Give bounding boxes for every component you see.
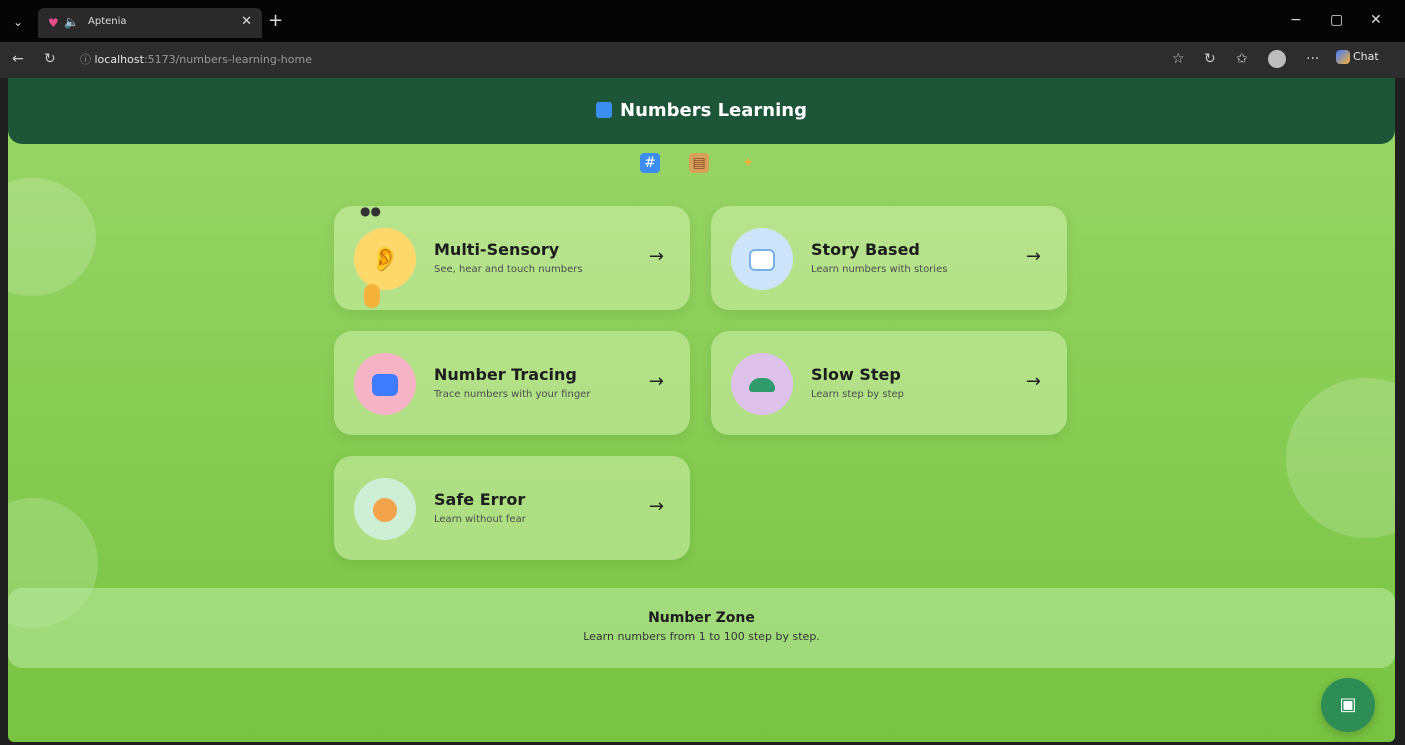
robot-icon: ▣ [1339,694,1357,715]
arrow-right-icon: → [648,496,664,517]
page-title: Numbers Learning [8,100,1395,121]
browser-address-bar: ← ↻ ⓘ localhost:5173/numbers-learning-ho… [0,42,1405,78]
tab-title: Aptenia [88,16,127,27]
maximize-icon[interactable]: ▢ [1330,12,1343,28]
card-title: Number Tracing [434,365,577,384]
card-slow-step[interactable]: Slow Step Learn step by step → [711,331,1067,435]
url-host: localhost [94,53,144,66]
site-info-icon[interactable]: ⓘ [80,53,95,66]
decor-circle [1286,378,1395,538]
url-input[interactable]: ⓘ localhost:5173/numbers-learning-home [70,48,1150,72]
zone-subtitle: Learn numbers from 1 to 100 step by step… [583,630,820,643]
trace-icon [354,353,416,415]
eyes-icon: ●● [360,204,381,218]
decor-circle [8,178,96,296]
browser-tab[interactable]: ♥ 🔈 Aptenia ✕ [38,8,262,38]
card-subtitle: Learn numbers with stories [811,264,948,275]
profile-avatar[interactable] [1268,50,1286,68]
card-title: Safe Error [434,490,526,509]
back-icon[interactable]: ← [12,51,24,67]
arrow-right-icon: → [1025,371,1041,392]
copilot-icon [1336,50,1350,64]
book-icon [731,228,793,290]
smile-icon [354,478,416,540]
copilot-chat-button[interactable]: Chat [1336,50,1379,64]
app-header: Numbers Learning [8,78,1395,144]
card-title: Slow Step [811,365,901,384]
browser-tab-strip: ⌄ ♥ 🔈 Aptenia ✕ + − ▢ ✕ [0,0,1405,42]
favorites-icon[interactable]: ✩ [1236,51,1248,67]
card-subtitle: Learn without fear [434,514,526,525]
arrow-right-icon: → [648,246,664,267]
numbers-icon [596,102,612,118]
tab-close-icon[interactable]: ✕ [241,14,252,29]
url-path: :5173/numbers-learning-home [143,53,312,66]
ear-icon: 👂 [354,228,416,290]
arrow-right-icon: → [648,371,664,392]
card-multi-sensory[interactable]: 👂 ●● Multi-Sensory See, hear and touch n… [334,204,690,310]
card-title: Story Based [811,240,920,259]
new-tab-button[interactable]: + [268,10,283,31]
header-icon-row: # ▤ ✦ [640,152,782,173]
sparkle-icon: ✦ [742,155,755,171]
arrow-right-icon: → [1025,246,1041,267]
number-zone-banner: Number Zone Learn numbers from 1 to 100 … [8,588,1395,668]
page-title-text: Numbers Learning [620,100,807,121]
card-number-tracing[interactable]: Number Tracing Trace numbers with your f… [334,331,690,435]
page-viewport: Numbers Learning # ▤ ✦ 👂 ●● Multi-Sensor… [8,78,1395,742]
minimize-icon[interactable]: − [1290,12,1302,28]
tab-actions-icon[interactable]: ⌄ [8,12,28,32]
card-title: Multi-Sensory [434,240,560,259]
refresh-sync-icon[interactable]: ↻ [1204,51,1216,67]
card-subtitle: Learn step by step [811,389,905,400]
refresh-icon[interactable]: ↻ [44,51,56,67]
hand-icon [364,284,380,308]
chat-label: Chat [1353,50,1379,63]
site-favicon-icon: ♥ [48,16,59,30]
card-subtitle: Trace numbers with your finger [434,389,591,400]
card-subtitle: See, hear and touch numbers [434,264,583,275]
more-options-icon[interactable]: ··· [1306,51,1319,67]
favorite-star-icon[interactable]: ☆ [1172,51,1185,67]
audio-playing-icon[interactable]: 🔈 [64,15,79,29]
turtle-icon [731,353,793,415]
abacus-icon: ▤ [689,153,710,173]
close-window-icon[interactable]: ✕ [1370,12,1382,28]
number-blocks-icon: # [640,153,660,173]
card-safe-error[interactable]: Safe Error Learn without fear → [334,456,690,560]
card-story-based[interactable]: Story Based Learn numbers with stories → [711,206,1067,310]
zone-title: Number Zone [648,610,755,626]
assistant-fab-button[interactable]: ▣ [1321,678,1375,732]
